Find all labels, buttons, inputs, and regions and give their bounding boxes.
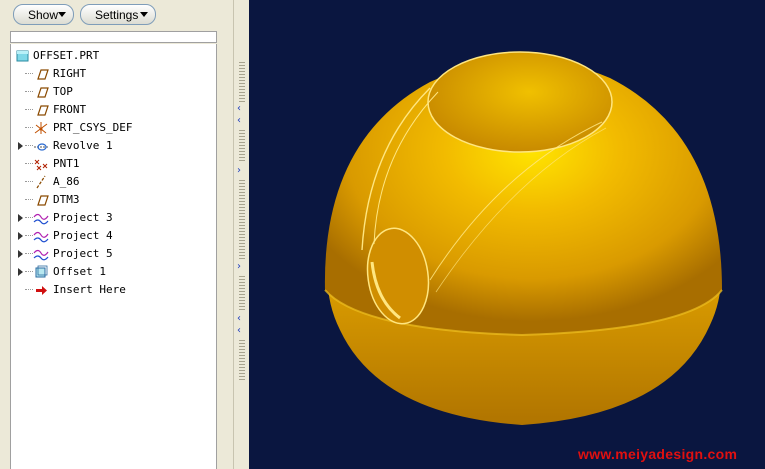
tree-item-label: RIGHT <box>53 67 87 80</box>
tree-item-label: Revolve 1 <box>53 139 113 152</box>
tree-guide-line <box>25 235 33 236</box>
datum-plane-icon <box>37 87 49 98</box>
datum-plane-icon <box>37 105 49 116</box>
settings-button[interactable]: Settings <box>80 4 156 25</box>
expand-arrow-icon[interactable] <box>18 268 23 276</box>
tree-root-label: OFFSET.PRT <box>33 49 100 62</box>
dome-model[interactable] <box>250 0 765 469</box>
tree-guide-line <box>25 217 33 218</box>
tree-item[interactable]: Offset 1 <box>11 263 216 281</box>
expand-right-icon[interactable]: › <box>237 262 241 272</box>
tree-item[interactable]: Project 4 <box>11 227 216 245</box>
splitter-grip <box>239 180 245 260</box>
chevron-down-icon <box>140 12 148 17</box>
expand-right-icon[interactable]: › <box>237 166 241 176</box>
splitter-grip <box>239 276 245 312</box>
tree-item-label: Project 3 <box>53 211 113 224</box>
insert-arrow-icon <box>36 286 47 295</box>
offset-icon <box>35 265 48 278</box>
tree-item-label: Project 4 <box>53 229 113 242</box>
tree-item-label: A_86 <box>53 175 80 188</box>
tree-item-label: Insert Here <box>53 283 126 296</box>
datum-plane-icon <box>37 69 49 80</box>
collapse-left-icon[interactable]: ‹ <box>237 104 241 114</box>
splitter-grip <box>239 62 245 102</box>
collapse-left-icon[interactable]: ‹ <box>237 314 241 324</box>
expand-arrow-icon[interactable] <box>18 214 23 222</box>
tree-guide-line <box>25 199 33 200</box>
tree-item[interactable]: DTM3 <box>11 191 216 209</box>
tree-guide-line <box>25 181 33 182</box>
tree-item[interactable]: Project 3 <box>11 209 216 227</box>
tree-item-label: PRT_CSYS_DEF <box>53 121 133 134</box>
tree-item[interactable]: TOP <box>11 83 216 101</box>
model-tree-toolbar: Show Settings <box>0 0 233 30</box>
revolve-icon <box>34 143 48 151</box>
tree-root-node[interactable]: OFFSET.PRT <box>11 47 216 65</box>
tree-guide-line <box>25 253 33 254</box>
tree-item-label: PNT1 <box>53 157 80 170</box>
datum-point-icon <box>34 159 48 171</box>
tree-guide-line <box>25 91 33 92</box>
tree-item-label: TOP <box>53 85 73 98</box>
tree-guide-line <box>25 73 33 74</box>
tree-guide-line <box>25 109 33 110</box>
show-button[interactable]: Show <box>13 4 74 25</box>
part-icon <box>16 50 29 62</box>
tree-filter-field[interactable] <box>10 31 217 43</box>
tree-guide-line <box>25 289 33 290</box>
tree-item-label: Project 5 <box>53 247 113 260</box>
datum-plane-icon <box>37 195 49 206</box>
collapse-left-icon[interactable]: ‹ <box>237 326 241 336</box>
expand-arrow-icon[interactable] <box>18 232 23 240</box>
project-curve-icon <box>33 249 49 261</box>
tree-item[interactable]: Revolve 1 <box>11 137 216 155</box>
expand-arrow-icon[interactable] <box>18 142 23 150</box>
project-curve-icon <box>33 231 49 243</box>
tree-item-label: DTM3 <box>53 193 80 206</box>
tree-guide-line <box>25 163 33 164</box>
model-tree-panel: Show Settings OFFSET.PRT RIGHT TOP FRONT PR… <box>0 0 233 469</box>
watermark-text: www.meiyadesign.com <box>578 446 738 462</box>
panel-splitter[interactable]: ‹ ‹ › › ‹ ‹ <box>233 0 249 469</box>
tree-item-label: Offset 1 <box>53 265 106 278</box>
collapse-left-icon[interactable]: ‹ <box>237 116 241 126</box>
tree-item-label: FRONT <box>53 103 87 116</box>
top-opening-edge <box>427 51 613 153</box>
tree-item[interactable]: A_86 <box>11 173 216 191</box>
splitter-grip <box>239 130 245 162</box>
show-button-label: Show <box>28 7 59 22</box>
chevron-down-icon <box>58 12 66 17</box>
expand-arrow-icon[interactable] <box>18 250 23 258</box>
coordinate-system-icon <box>34 122 48 134</box>
tree-item[interactable]: PRT_CSYS_DEF <box>11 119 216 137</box>
splitter-grip <box>239 340 245 380</box>
tree-item[interactable]: RIGHT <box>11 65 216 83</box>
tree-item[interactable]: FRONT <box>11 101 216 119</box>
tree-item[interactable]: Project 5 <box>11 245 216 263</box>
tree-item[interactable]: Insert Here <box>11 281 216 299</box>
tree-guide-line <box>25 271 33 272</box>
3d-viewport[interactable] <box>250 0 765 469</box>
settings-button-label: Settings <box>95 7 139 22</box>
tree-guide-line <box>25 127 33 128</box>
tree-guide-line <box>25 145 33 146</box>
model-tree: OFFSET.PRT RIGHT TOP FRONT PRT_CSYS_DEF Revo… <box>10 44 217 469</box>
datum-axis-icon <box>36 175 46 189</box>
tree-item[interactable]: PNT1 <box>11 155 216 173</box>
project-curve-icon <box>33 213 49 225</box>
